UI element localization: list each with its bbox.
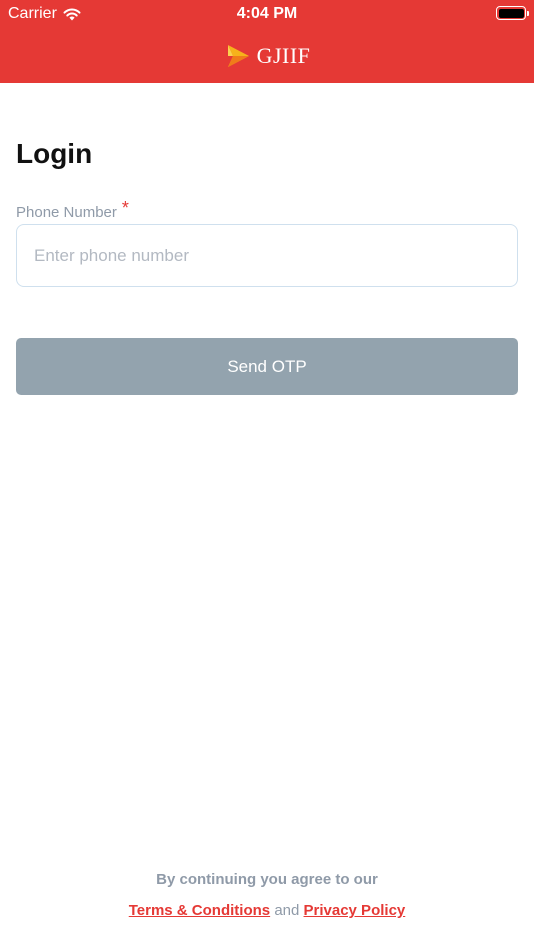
send-otp-button[interactable]: Send OTP bbox=[16, 338, 518, 395]
privacy-policy-link[interactable]: Privacy Policy bbox=[304, 902, 406, 919]
phone-number-label: Phone Number * bbox=[16, 198, 129, 222]
brand-name: GJIIF bbox=[256, 43, 311, 68]
status-bar: Carrier 4:04 PM bbox=[0, 0, 534, 28]
and-text: and bbox=[274, 902, 300, 919]
phone-number-input[interactable] bbox=[16, 224, 518, 287]
brand-logo: GJIIF bbox=[0, 40, 534, 72]
required-indicator: * bbox=[121, 198, 129, 218]
page-title: Login bbox=[16, 138, 93, 169]
phone-number-label-text: Phone Number bbox=[16, 204, 117, 221]
terms-agreement-text: By continuing you agree to our bbox=[156, 871, 378, 888]
terms-conditions-link[interactable]: Terms & Conditions bbox=[129, 902, 270, 919]
legal-links: Terms & Conditions and Privacy Policy bbox=[0, 902, 534, 919]
logo-mark-icon bbox=[227, 45, 249, 67]
battery-icon bbox=[496, 6, 529, 20]
status-time: 4:04 PM bbox=[236, 5, 298, 22]
app-header: Carrier 4:04 PM GJIIF bbox=[0, 0, 534, 83]
